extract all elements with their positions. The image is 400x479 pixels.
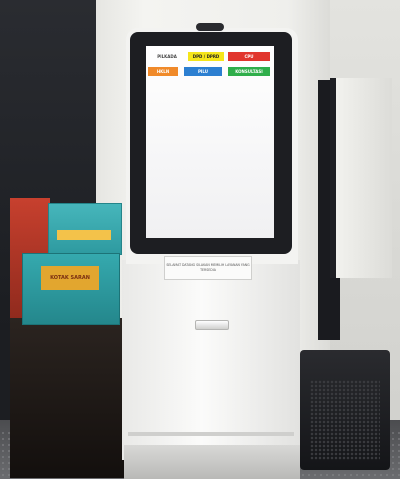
teal-box-top xyxy=(48,203,122,255)
camera-icon xyxy=(196,23,224,31)
dark-cabinet xyxy=(10,318,125,478)
speaker xyxy=(300,350,390,470)
screen-button-hkln[interactable]: HKLN xyxy=(148,67,178,76)
photo-scene: KOTAK SARAN PILKADA DPD / DPRD CPU HKLN … xyxy=(0,0,400,479)
kiosk-body xyxy=(122,260,300,460)
kiosk-screen[interactable]: PILKADA DPD / DPRD CPU HKLN PILU KONSULT… xyxy=(146,46,274,238)
box-label-tag xyxy=(57,230,111,240)
suggestion-box: KOTAK SARAN xyxy=(22,253,120,325)
speaker-grille xyxy=(310,380,380,460)
screen-button-dpd[interactable]: DPD / DPRD xyxy=(188,52,224,61)
suggestion-box-label: KOTAK SARAN xyxy=(41,266,99,290)
receipt-slot xyxy=(195,320,229,330)
white-panel xyxy=(336,78,392,278)
kiosk-base xyxy=(124,445,300,479)
screen-button-konsultasi[interactable]: KONSULTASI xyxy=(228,67,270,76)
screen-button-pilu[interactable]: PILU xyxy=(184,67,222,76)
kiosk-sign: SELAMAT DATANG SILAKAN MEMILIH LAYANAN Y… xyxy=(164,256,252,280)
screen-button-pilkada[interactable]: PILKADA xyxy=(148,52,186,61)
kiosk-seam xyxy=(128,432,294,436)
screen-button-cpu[interactable]: CPU xyxy=(228,52,270,61)
